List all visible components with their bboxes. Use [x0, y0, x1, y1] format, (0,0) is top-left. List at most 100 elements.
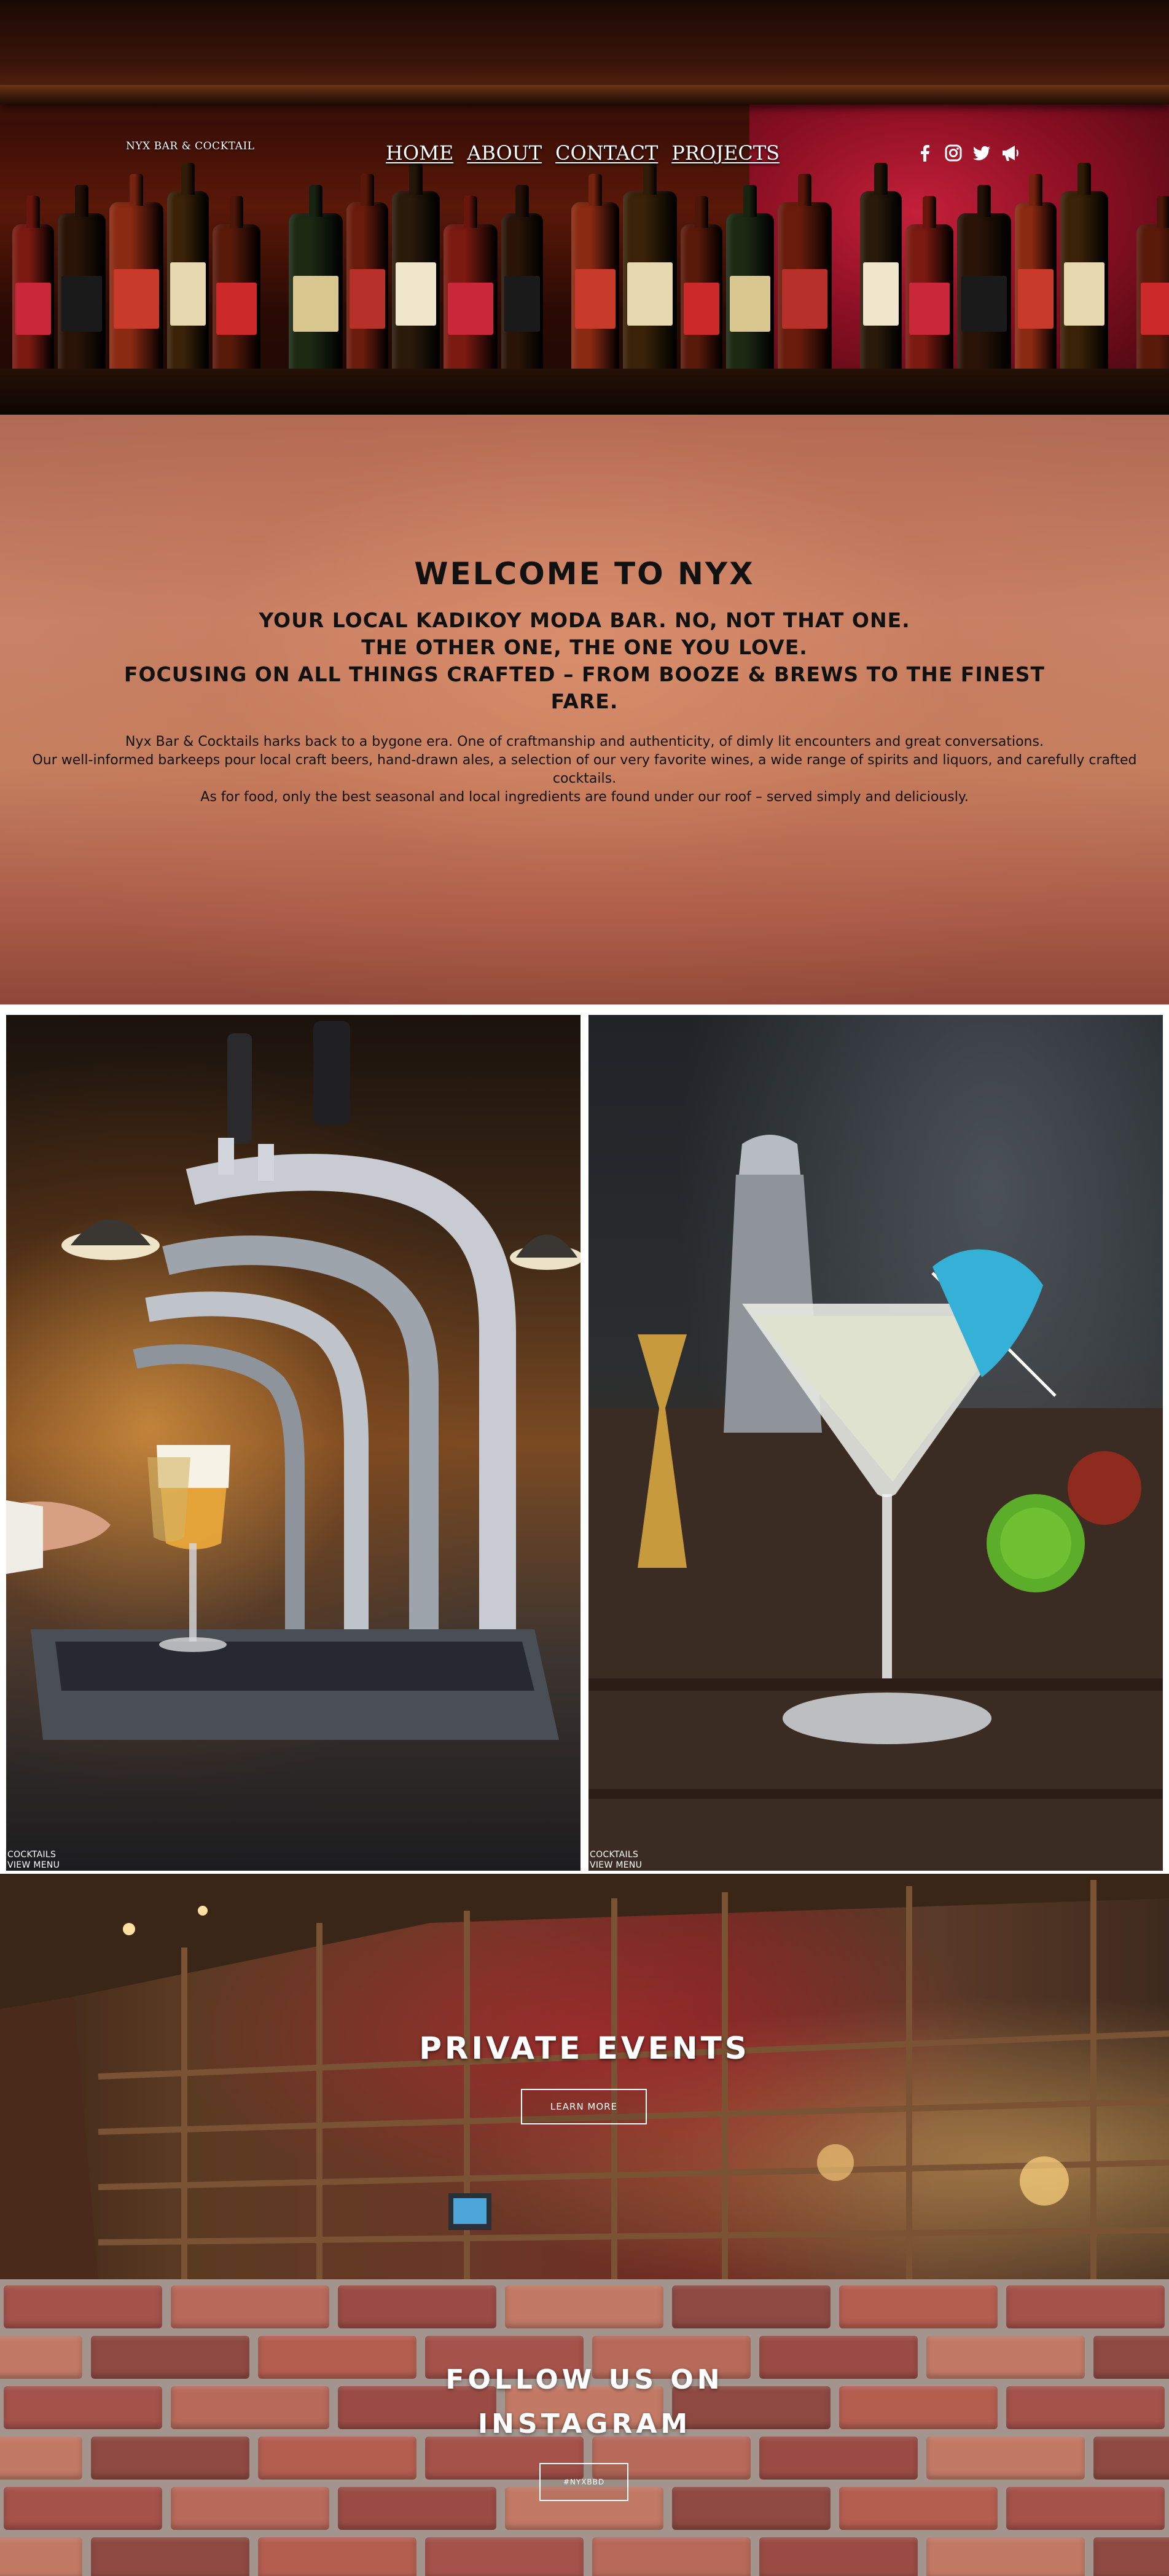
- nav-contact[interactable]: CONTACT: [555, 141, 658, 165]
- welcome-paragraph-3: As for food, only the best seasonal and …: [200, 789, 969, 805]
- bottle-label: [782, 268, 827, 329]
- bottle-label: [1141, 283, 1169, 335]
- view-menu-link-2[interactable]: VIEW MENU: [590, 1860, 642, 1871]
- brand-logo-text[interactable]: NYX BAR & COCKTAIL: [126, 140, 254, 152]
- bottle-label: [575, 268, 616, 329]
- brick: [839, 2285, 998, 2328]
- nav-about[interactable]: ABOUT: [467, 141, 542, 165]
- facebook-icon[interactable]: [915, 143, 935, 163]
- events-title: PRIVATE EVENTS: [419, 2030, 750, 2066]
- welcome-paragraph-2: Our well-informed barkeeps pour local cr…: [32, 753, 1137, 786]
- subtitle-line-2: THE OTHER ONE, THE ONE YOU LOVE.: [361, 635, 808, 659]
- bottle: [1136, 224, 1169, 378]
- brick: [171, 2285, 329, 2328]
- bottom-shelf: [0, 369, 1169, 415]
- bottle: [778, 202, 832, 378]
- instagram-title: FOLLOW US ON INSTAGRAM: [0, 2358, 1169, 2446]
- bottle: [167, 191, 209, 378]
- brick: [0, 2537, 82, 2576]
- bottle-label: [114, 268, 159, 329]
- bottle-label: [730, 275, 770, 332]
- bottle: [392, 191, 440, 378]
- bottle: [1015, 202, 1057, 378]
- brick: [592, 2537, 751, 2576]
- bottle: [58, 213, 106, 378]
- brick: [672, 2487, 831, 2530]
- beer-tap-illustration: [6, 1021, 581, 1740]
- brick: [425, 2537, 584, 2576]
- subtitle-line-1: YOUR LOCAL KADIKOY MODA BAR. NO, NOT THA…: [259, 608, 910, 632]
- view-menu-link-1[interactable]: VIEW MENU: [7, 1860, 60, 1871]
- bottle-label: [1064, 262, 1104, 326]
- megaphone-icon[interactable]: [1000, 143, 1020, 163]
- bottle: [957, 213, 1011, 378]
- bottle: [571, 202, 619, 378]
- bottle: [346, 202, 388, 378]
- instagram-hashtag-button[interactable]: #NYXBBD: [539, 2463, 628, 2501]
- nav-projects[interactable]: PROJECTS: [671, 141, 780, 165]
- welcome-title: WELCOME TO NYX: [414, 556, 755, 592]
- menu-gallery: COCKTAILS VIEW MENU COCKTAILS VIEW MENU: [0, 1004, 1169, 1874]
- social-links: [915, 143, 1020, 163]
- private-events-section: PRIVATE EVENTS LEARN MORE: [0, 1874, 1169, 2279]
- bottle-label: [216, 283, 257, 335]
- bar-shelves-illustration: [0, 1874, 1169, 2279]
- bottle: [12, 224, 54, 378]
- gallery-category-2: COCKTAILS: [590, 1850, 639, 1860]
- brick: [91, 2537, 249, 2576]
- brick: [505, 2285, 663, 2328]
- bottle-label: [961, 275, 1007, 332]
- bottle-label: [684, 283, 719, 335]
- bottle-label: [448, 283, 493, 335]
- brick: [258, 2537, 416, 2576]
- learn-more-button[interactable]: LEARN MORE: [521, 2089, 647, 2124]
- bottle: [623, 191, 677, 378]
- bottle: [109, 202, 163, 378]
- gallery-caption-1: COCKTAILS VIEW MENU: [7, 1850, 60, 1871]
- brick: [171, 2487, 329, 2530]
- bottle: [726, 213, 774, 378]
- top-shelf: [0, 0, 1169, 92]
- bottle: [905, 224, 953, 378]
- twitter-icon[interactable]: [972, 143, 991, 163]
- welcome-paragraph-1: Nyx Bar & Cocktails harks back to a bygo…: [125, 734, 1044, 750]
- hero-banner: NYX BAR & COCKTAIL HOME ABOUT CONTACT PR…: [0, 0, 1169, 415]
- bottle: [213, 224, 260, 378]
- subtitle-line-3: FOCUSING ON ALL THINGS CRAFTED – FROM BO…: [123, 662, 1046, 713]
- welcome-body: Nyx Bar & Cocktails harks back to a bygo…: [25, 733, 1144, 807]
- brick: [338, 2487, 496, 2530]
- gallery-category-1: COCKTAILS: [7, 1850, 57, 1860]
- welcome-section: WELCOME TO NYX YOUR LOCAL KADIKOY MODA B…: [0, 415, 1169, 1004]
- brick: [338, 2285, 496, 2328]
- bottle: [289, 213, 343, 378]
- martini-illustration: [588, 1135, 1163, 1871]
- bottle-label: [15, 283, 51, 335]
- brick: [672, 2285, 831, 2328]
- bottle: [681, 224, 722, 378]
- bottle-label: [170, 262, 206, 326]
- nav-home[interactable]: HOME: [386, 141, 453, 165]
- brick: [1093, 2537, 1169, 2576]
- instagram-section: FOLLOW US ON INSTAGRAM #NYXBBD: [0, 2279, 1169, 2576]
- gallery-tile-cocktail[interactable]: COCKTAILS VIEW MENU: [588, 1015, 1163, 1871]
- brick: [1006, 2487, 1165, 2530]
- bottle-label: [293, 275, 338, 332]
- bottle-label: [61, 275, 102, 332]
- brick: [759, 2537, 918, 2576]
- brick: [4, 2487, 162, 2530]
- gallery-tile-beer[interactable]: COCKTAILS VIEW MENU: [6, 1015, 581, 1871]
- instagram-title-line-2: INSTAGRAM: [477, 2408, 692, 2440]
- bottle-label: [863, 262, 899, 326]
- instagram-icon[interactable]: [944, 143, 963, 163]
- bottle: [444, 224, 498, 378]
- gallery-caption-2: COCKTAILS VIEW MENU: [590, 1850, 642, 1871]
- brick: [4, 2285, 162, 2328]
- shelf-board: [0, 85, 1169, 104]
- bottle-label: [627, 262, 673, 326]
- bottle: [501, 213, 543, 378]
- bottle-label: [1018, 268, 1054, 329]
- brick: [839, 2487, 998, 2530]
- main-nav: HOME ABOUT CONTACT PROJECTS: [386, 141, 780, 165]
- bottle-label: [504, 275, 540, 332]
- bottle-label: [909, 283, 950, 335]
